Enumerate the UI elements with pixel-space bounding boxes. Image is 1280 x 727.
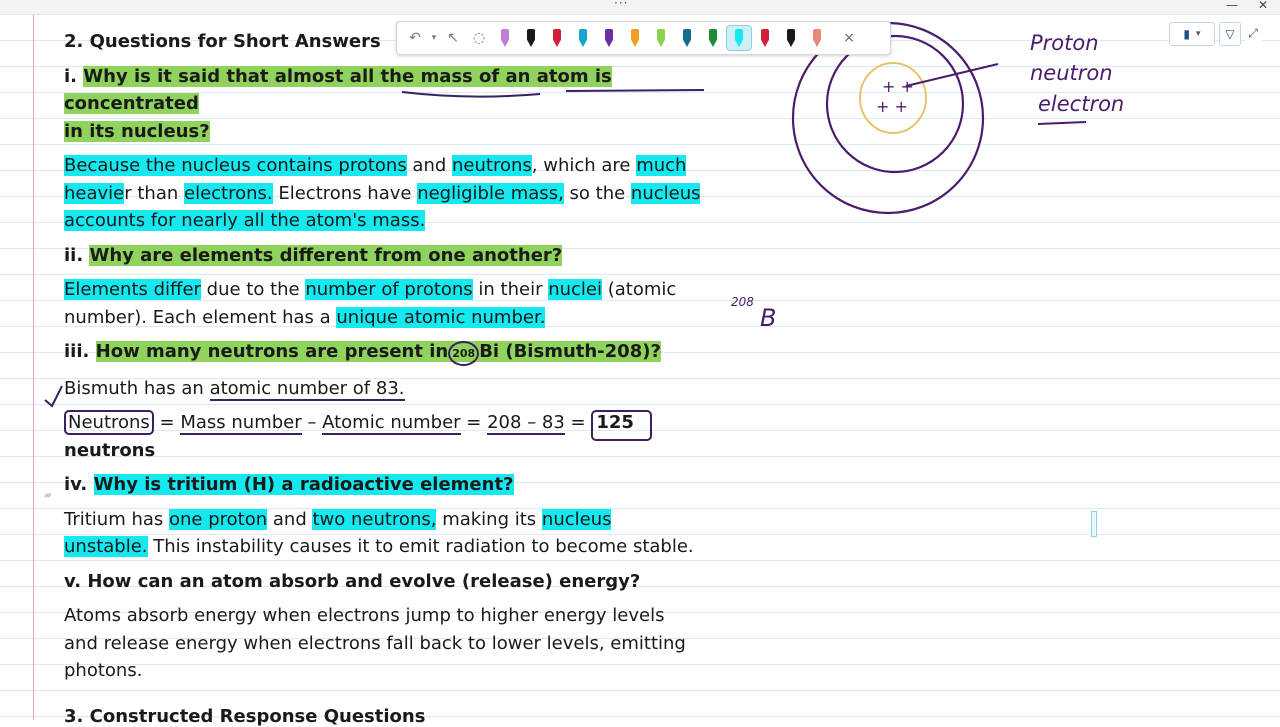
pen-nib-icon <box>605 29 613 47</box>
pen-purple[interactable] <box>597 26 621 50</box>
label-electron: electron <box>1038 92 1124 116</box>
note-208: 208 <box>731 295 754 309</box>
pen-nib-icon <box>813 29 821 47</box>
filter-icon: ▽ <box>1225 27 1235 41</box>
expand-icon: ⤢ <box>1248 25 1258 40</box>
chevron-down-icon: ▾ <box>1196 29 1201 39</box>
pen-pink[interactable] <box>493 26 517 50</box>
notebook-icon: ▮ <box>1183 27 1191 41</box>
pen-nib-icon <box>553 29 561 47</box>
nucleus-plus-marks-top: + + <box>882 77 914 96</box>
pen-teal[interactable] <box>675 26 699 50</box>
undo-icon[interactable]: ↶ <box>403 26 427 50</box>
note-beta-symbol: B <box>760 304 776 332</box>
underline-concentrated <box>565 89 705 92</box>
pen-orange[interactable] <box>623 26 647 50</box>
expand-button[interactable]: ⤢ <box>1244 22 1262 44</box>
pen-green[interactable] <box>701 26 725 50</box>
label-proton: Proton <box>1030 31 1099 55</box>
paragraph-anchor-icon: ▰ <box>44 490 52 501</box>
pen-nib-icon <box>735 29 743 47</box>
pen-nib-icon <box>657 29 665 47</box>
pen-nib-icon <box>787 29 795 47</box>
pen-nib-icon <box>527 29 535 47</box>
dropdown-icon[interactable]: ▾ <box>429 26 439 50</box>
pen-nib-icon <box>631 29 639 47</box>
label-neutron: neutron <box>1030 61 1113 85</box>
pen-salmon[interactable] <box>805 26 829 50</box>
nucleus-plus-marks-bottom: + + <box>876 97 908 116</box>
select-icon[interactable]: ↖ <box>441 26 465 50</box>
highlighter-cyan[interactable] <box>726 25 752 51</box>
pen-nib-icon <box>501 29 509 47</box>
highlighter-green[interactable] <box>649 26 673 50</box>
electron-underline <box>1037 121 1087 125</box>
pen-nib-icon <box>709 29 717 47</box>
filter-button[interactable]: ▽ <box>1219 22 1241 46</box>
notebook-selector[interactable]: ▮ ▾ <box>1169 22 1215 46</box>
pen-nib-icon <box>683 29 691 47</box>
pen-blue[interactable] <box>571 26 595 50</box>
pen-black[interactable] <box>519 26 543 50</box>
lasso-icon[interactable]: ◌ <box>467 26 491 50</box>
pen-black-2[interactable] <box>779 26 803 50</box>
ink-annotations-layer: + + + + Proton neutron electron 208 B <box>44 21 1124 408</box>
close-toolbar-icon[interactable]: × <box>837 26 861 50</box>
pen-red[interactable] <box>545 26 569 50</box>
pen-red-2[interactable] <box>753 26 777 50</box>
pen-nib-icon <box>579 29 587 47</box>
underline-mass-of-atom <box>401 91 541 98</box>
pen-toolbar: ↶ ▾ ↖ ◌ × <box>396 21 891 55</box>
pen-nib-icon <box>761 29 769 47</box>
scroll-handle[interactable] <box>1091 511 1097 537</box>
check-mark-icon <box>44 385 63 408</box>
